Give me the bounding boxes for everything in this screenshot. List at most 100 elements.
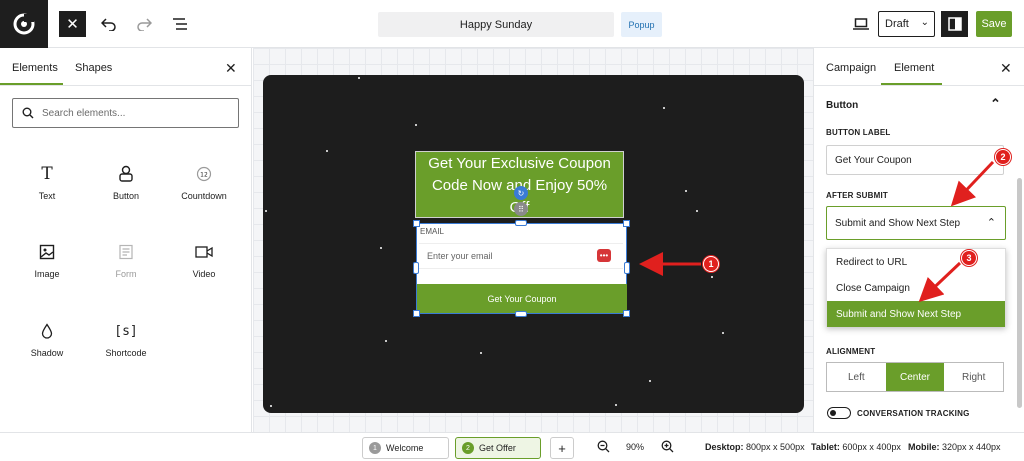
zoom-out-button[interactable] xyxy=(597,440,610,456)
button-label-input[interactable]: Get Your Coupon xyxy=(826,145,1004,175)
close-icon: ✕ xyxy=(225,60,237,76)
settings-panel: Campaign Element ✕ Button ⌃ BUTTON LABEL… xyxy=(813,48,1024,432)
drag-handle-icon[interactable]: ⠿ xyxy=(514,202,528,216)
alignment-toggle-group: Left Center Right xyxy=(826,362,1004,392)
elements-panel: Elements Shapes ✕ Search elements... T T… xyxy=(0,48,252,432)
email-field-label: EMAIL xyxy=(420,227,445,236)
resize-handle[interactable] xyxy=(413,220,420,227)
element-image[interactable]: Image xyxy=(12,241,82,279)
align-right-button[interactable]: Right xyxy=(944,363,1003,391)
element-countdown[interactable]: 12 Countdown xyxy=(169,163,239,201)
chevron-up-icon: ⌃ xyxy=(986,217,996,229)
conversion-tracking-toggle[interactable] xyxy=(827,407,851,419)
button-label-title: BUTTON LABEL xyxy=(826,128,891,137)
mobile-size: Mobile: 320px x 440px xyxy=(908,442,1001,452)
shadow-icon xyxy=(12,320,82,342)
rotate-icon[interactable]: ↻ xyxy=(514,186,528,200)
tab-divider xyxy=(0,85,252,86)
zoom-level: 90% xyxy=(626,442,645,452)
element-label: Image xyxy=(34,269,60,279)
element-video[interactable]: Video xyxy=(169,241,239,279)
campaign-title-field[interactable]: Happy Sunday xyxy=(378,12,614,37)
search-input[interactable]: Search elements... xyxy=(12,98,239,128)
step-number: 2 xyxy=(462,442,474,454)
resize-handle[interactable] xyxy=(623,220,630,227)
layers-button[interactable] xyxy=(168,12,192,36)
element-shadow[interactable]: Shadow xyxy=(12,320,82,358)
resize-handle[interactable] xyxy=(623,310,630,317)
step-tab-welcome[interactable]: 1 Welcome xyxy=(362,437,449,459)
resize-handle[interactable] xyxy=(413,310,420,317)
element-button[interactable]: Button xyxy=(91,163,161,201)
search-placeholder: Search elements... xyxy=(42,107,126,119)
element-label: Video xyxy=(192,269,216,279)
tablet-value: 600px x 400px xyxy=(842,442,901,452)
app-logo[interactable] xyxy=(0,0,48,48)
close-editor-button[interactable]: ✕ xyxy=(59,11,86,37)
element-label: Button xyxy=(112,191,140,201)
after-submit-value: Submit and Show Next Step xyxy=(835,217,961,229)
chevron-down-icon: ⌄ xyxy=(920,17,929,28)
svg-text:12: 12 xyxy=(200,172,208,179)
zoom-out-icon xyxy=(597,440,610,453)
sidebar-icon xyxy=(947,17,962,31)
element-label: Countdown xyxy=(181,191,227,201)
element-text[interactable]: T Text xyxy=(12,163,82,201)
resize-handle[interactable] xyxy=(413,262,419,274)
step-label: Get Offer xyxy=(479,443,516,453)
save-button[interactable]: Save xyxy=(976,11,1012,37)
text-icon: T xyxy=(41,164,53,184)
tab-divider xyxy=(814,85,1024,86)
button-icon xyxy=(91,163,161,185)
resize-handle[interactable] xyxy=(515,220,527,226)
chevron-up-icon[interactable]: ⌃ xyxy=(990,96,1001,112)
status-select[interactable]: Draft ⌄ xyxy=(878,11,935,37)
tab-element[interactable]: Element xyxy=(894,62,934,74)
zoom-in-button[interactable] xyxy=(661,440,674,456)
annotation-badge: 3 xyxy=(961,250,977,266)
undo-button[interactable] xyxy=(97,12,121,36)
element-form[interactable]: Form xyxy=(91,241,161,279)
get-coupon-button[interactable]: Get Your Coupon xyxy=(417,284,627,313)
element-label: Shadow xyxy=(30,348,64,358)
close-panel-button[interactable]: ✕ xyxy=(1000,60,1012,77)
settings-sidebar-toggle[interactable] xyxy=(941,11,968,37)
after-submit-title: AFTER SUBMIT xyxy=(826,191,888,200)
resize-handle[interactable] xyxy=(515,311,527,317)
logo-icon xyxy=(13,13,35,35)
email-field[interactable]: Enter your email xyxy=(419,243,623,269)
mobile-label: Mobile: xyxy=(908,442,940,452)
laptop-icon xyxy=(853,18,869,30)
step-tab-get-offer[interactable]: 2 Get Offer xyxy=(455,437,541,459)
tab-campaign[interactable]: Campaign xyxy=(826,62,876,74)
desktop-value: 800px x 500px xyxy=(746,442,805,452)
tab-shapes[interactable]: Shapes xyxy=(75,62,112,74)
option-submit-and-show-next-step[interactable]: Submit and Show Next Step xyxy=(827,301,1005,327)
device-preview-button[interactable] xyxy=(849,12,873,36)
password-manager-icon[interactable]: ••• xyxy=(597,249,611,262)
option-close-campaign[interactable]: Close Campaign xyxy=(827,275,1005,301)
active-tab-indicator xyxy=(881,83,942,85)
after-submit-dropdown: Redirect to URL Close Campaign Submit an… xyxy=(826,248,1006,327)
after-submit-select[interactable]: Submit and Show Next Step ⌃ xyxy=(826,206,1006,240)
element-shortcode[interactable]: [s] Shortcode xyxy=(91,320,161,359)
email-placeholder: Enter your email xyxy=(427,251,493,261)
redo-button[interactable] xyxy=(132,12,156,36)
close-icon: ✕ xyxy=(1000,60,1012,76)
form-icon xyxy=(91,241,161,263)
align-left-button[interactable]: Left xyxy=(827,363,886,391)
panel-scrollbar[interactable] xyxy=(1017,178,1022,408)
bottom-bar: 1 Welcome 2 Get Offer + 90% Desktop: 800… xyxy=(0,432,1024,461)
step-number: 1 xyxy=(369,442,381,454)
close-panel-button[interactable]: ✕ xyxy=(225,60,237,77)
tab-elements[interactable]: Elements xyxy=(12,62,58,74)
element-label: Form xyxy=(115,269,137,279)
button-label-value: Get Your Coupon xyxy=(835,154,912,166)
resize-handle[interactable] xyxy=(624,262,630,274)
add-step-button[interactable]: + xyxy=(550,437,574,459)
align-center-button[interactable]: Center xyxy=(885,363,945,391)
desktop-size: Desktop: 800px x 500px xyxy=(705,442,805,452)
option-redirect-to-url[interactable]: Redirect to URL xyxy=(827,249,1005,275)
shortcode-icon: [s] xyxy=(114,323,138,339)
element-label: Text xyxy=(38,191,56,201)
